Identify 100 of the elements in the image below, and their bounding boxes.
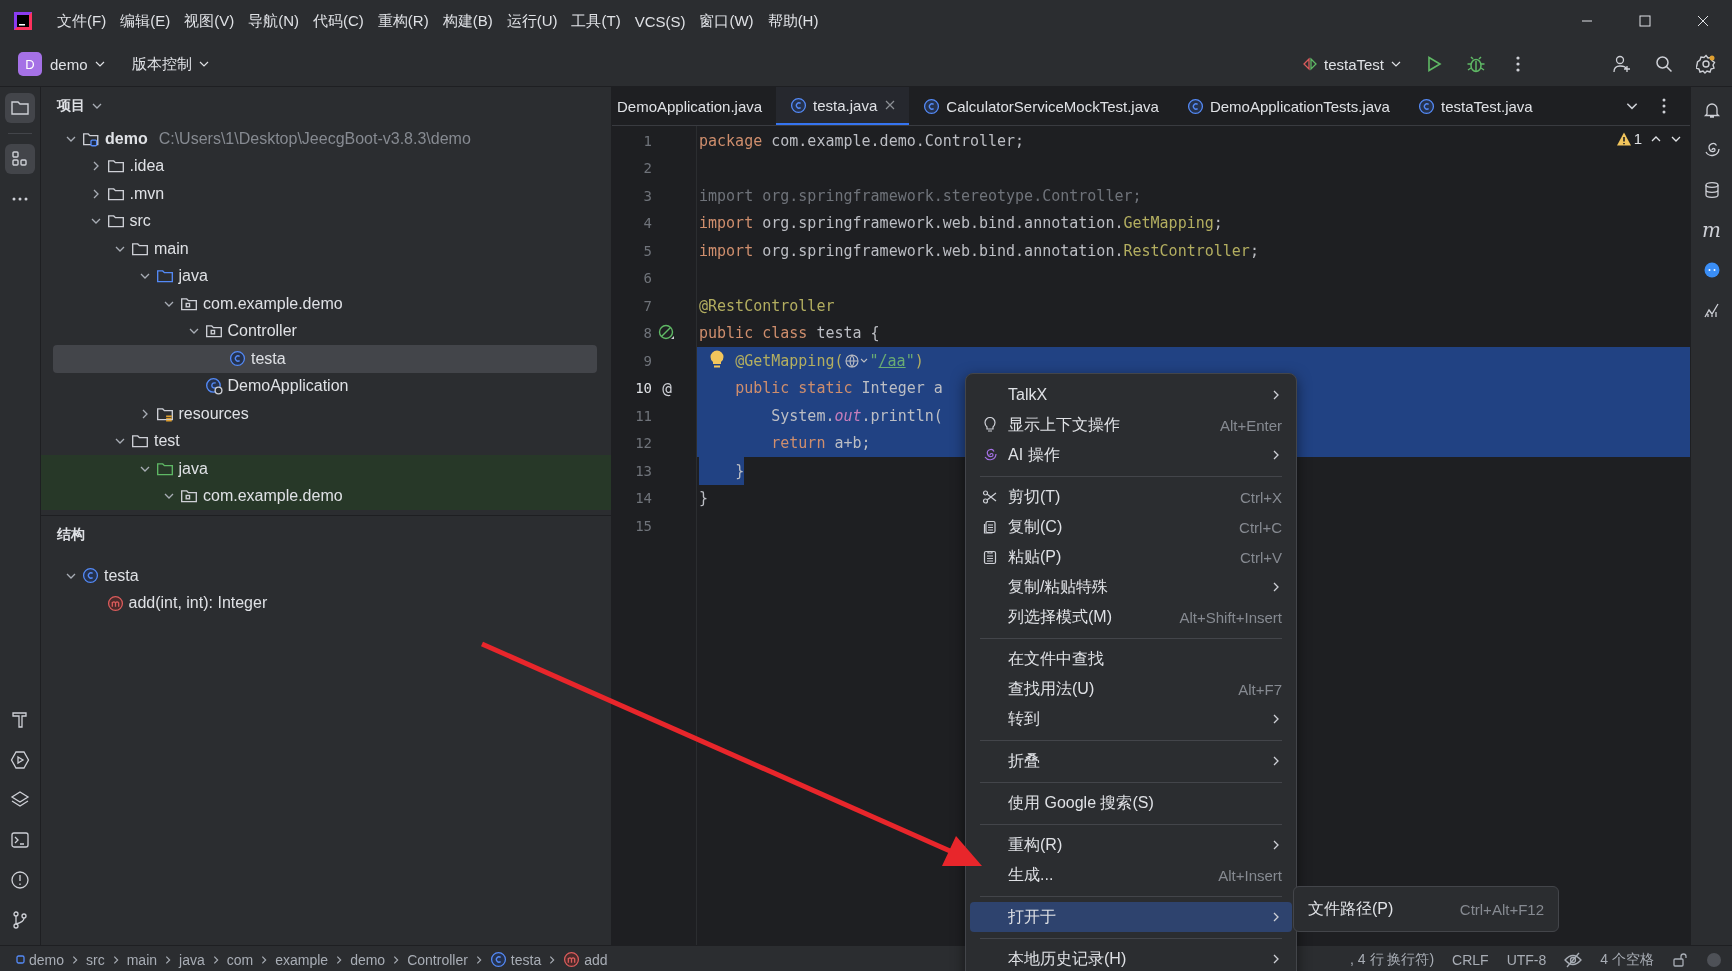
tree-item-label: com.example.demo (203, 487, 343, 506)
tree-item[interactable]: .idea (53, 152, 597, 180)
tree-item-label: Controller (227, 322, 297, 341)
tree-item[interactable]: test (53, 427, 597, 455)
menu-item[interactable]: 剪切(T) Ctrl+X (970, 482, 1292, 512)
class-icon (82, 567, 99, 585)
menu-item[interactable]: 文件路径(P) (1308, 898, 1394, 920)
menu-item[interactable]: VCS(S) (627, 8, 693, 34)
tree-item[interactable]: main (53, 235, 597, 263)
breadcrumb[interactable]: src (86, 951, 105, 968)
panel-title[interactable]: 项目 (57, 97, 85, 115)
code-text: } (735, 461, 745, 480)
breadcrumb[interactable]: com (226, 951, 254, 968)
folder-icon[interactable] (5, 93, 35, 123)
tree-item[interactable]: add(int, int): Integer (53, 589, 597, 617)
tree-item-label: java (178, 267, 208, 286)
tree-item[interactable]: DemoApplication (53, 372, 597, 400)
line-info[interactable]: , 4 行 换行符) (1350, 950, 1435, 969)
code-text: @RestController (699, 296, 835, 315)
line-number: 12 (634, 435, 652, 452)
menu-item[interactable]: 构建(B) (435, 7, 500, 35)
breadcrumb[interactable]: java (179, 951, 205, 968)
tree-item[interactable]: java (41, 455, 611, 483)
class-icon (229, 350, 246, 368)
editor-tab[interactable]: DemoApplicationTests.java (1172, 87, 1404, 125)
line-number: 2 (642, 160, 652, 177)
tree-item[interactable]: demo C:\Users\1\Desktop\JeecgBoot-v3.8.3\demo (53, 125, 597, 153)
menu-item[interactable]: 导航(N) (241, 7, 306, 35)
run-config-selector[interactable]: testaTest (1295, 51, 1408, 77)
project-selector[interactable]: demo (44, 51, 112, 77)
menu-item[interactable]: AI 操作 (970, 440, 1292, 470)
tree-item-label: main (154, 239, 189, 258)
breadcrumb[interactable]: main (126, 951, 158, 968)
editor-tab[interactable]: testaTest.java (1403, 87, 1547, 125)
menu-item[interactable]: 重构(R) (970, 830, 1292, 860)
code-text: "/aa") (869, 351, 924, 370)
tree-item-label: add(int, int): Integer (128, 594, 268, 613)
unlock-icon[interactable] (1672, 951, 1688, 968)
close-icon[interactable] (885, 100, 896, 110)
menu-item[interactable]: 文件(F) (50, 7, 114, 35)
tree-item[interactable]: .mvn (53, 180, 597, 208)
globe-dropdown-icon[interactable] (843, 352, 870, 369)
tree-item[interactable]: resources (53, 400, 597, 428)
menu-item[interactable]: 窗口(W) (692, 7, 761, 35)
menu-item[interactable]: 帮助(H) (760, 7, 826, 35)
shortcut-label: Alt+Enter (1219, 416, 1282, 434)
line-separator[interactable]: CRLF (1452, 951, 1489, 968)
menu-item[interactable]: 视图(V) (177, 7, 242, 35)
menu-item[interactable]: 复制/粘贴特殊 (970, 572, 1292, 602)
tree-item[interactable]: Controller (53, 317, 597, 345)
menu-item[interactable]: 粘贴(P) Ctrl+V (970, 542, 1292, 572)
editor-tab[interactable]: testa.java (776, 87, 910, 125)
menu-item[interactable]: 显示上下文操作 Alt+Enter (970, 410, 1292, 440)
breadcrumb[interactable]: example (275, 951, 329, 968)
tree-item[interactable]: java (53, 262, 597, 290)
code-text: } (699, 489, 709, 508)
class-icon (204, 377, 223, 396)
maven-icon[interactable]: m (1699, 215, 1724, 245)
encoding[interactable]: UTF-8 (1506, 951, 1547, 968)
breadcrumb[interactable]: Controller (407, 951, 468, 968)
warning-count[interactable]: 1 (1615, 130, 1642, 147)
breadcrumb[interactable]: testa (489, 951, 542, 968)
menu-item[interactable]: 工具(T) (564, 7, 628, 35)
lightbulb-icon[interactable] (709, 350, 725, 370)
menu-item[interactable]: 运行(U) (499, 7, 565, 35)
tree-item[interactable]: src (53, 207, 597, 235)
line-number: 5 (642, 242, 652, 259)
override-marker[interactable]: @ (662, 378, 672, 398)
tree-item[interactable]: com.example.demo (41, 482, 611, 510)
eye-off-icon[interactable] (1564, 951, 1583, 968)
menu-item[interactable]: 折叠 (970, 746, 1292, 776)
menu-item[interactable]: 查找用法(U) Alt+F7 (970, 674, 1292, 704)
menu-item[interactable]: 使用 Google 搜索(S) (970, 788, 1292, 818)
maximize-icon[interactable] (1639, 15, 1651, 27)
tree-item-label: src (129, 212, 151, 231)
menu-item[interactable]: 打开于 (970, 902, 1292, 932)
menu-item[interactable]: 本地历史记录(H) (970, 944, 1292, 971)
editor-tab[interactable]: CalculatorServiceMockTest.java (909, 87, 1173, 125)
app-logo-icon[interactable] (12, 10, 34, 32)
code-text: @GetMapping( (735, 351, 844, 370)
class-icon (1417, 97, 1435, 115)
breadcrumb[interactable]: add (563, 951, 608, 968)
indent-setting[interactable]: 4 个空格 (1600, 950, 1654, 969)
structure-icon[interactable] (5, 144, 35, 174)
menu-item[interactable]: 在文件中查找 (970, 644, 1292, 674)
menu-item[interactable]: 转到 (970, 704, 1292, 734)
menu-item[interactable]: 生成... Alt+Insert (970, 860, 1292, 890)
breadcrumb[interactable]: demo (16, 951, 65, 968)
menu-item[interactable]: 代码(C) (306, 7, 371, 35)
tree-item[interactable]: testa (53, 345, 597, 373)
menu-item[interactable]: 重构(R) (370, 7, 436, 35)
menu-item[interactable]: 编辑(E) (113, 7, 178, 35)
breadcrumb[interactable]: demo (350, 951, 386, 968)
tree-item[interactable]: testa (53, 562, 597, 590)
menu-item[interactable]: TalkX (970, 380, 1292, 410)
editor-tab[interactable]: DemoApplication.java (612, 87, 777, 125)
menu-item[interactable]: 复制(C) Ctrl+C (970, 512, 1292, 542)
tree-item[interactable]: com.example.demo (53, 290, 597, 318)
menu-item[interactable]: 列选择模式(M) Alt+Shift+Insert (970, 602, 1292, 632)
vcs-selector[interactable]: 版本控制 (125, 50, 216, 78)
